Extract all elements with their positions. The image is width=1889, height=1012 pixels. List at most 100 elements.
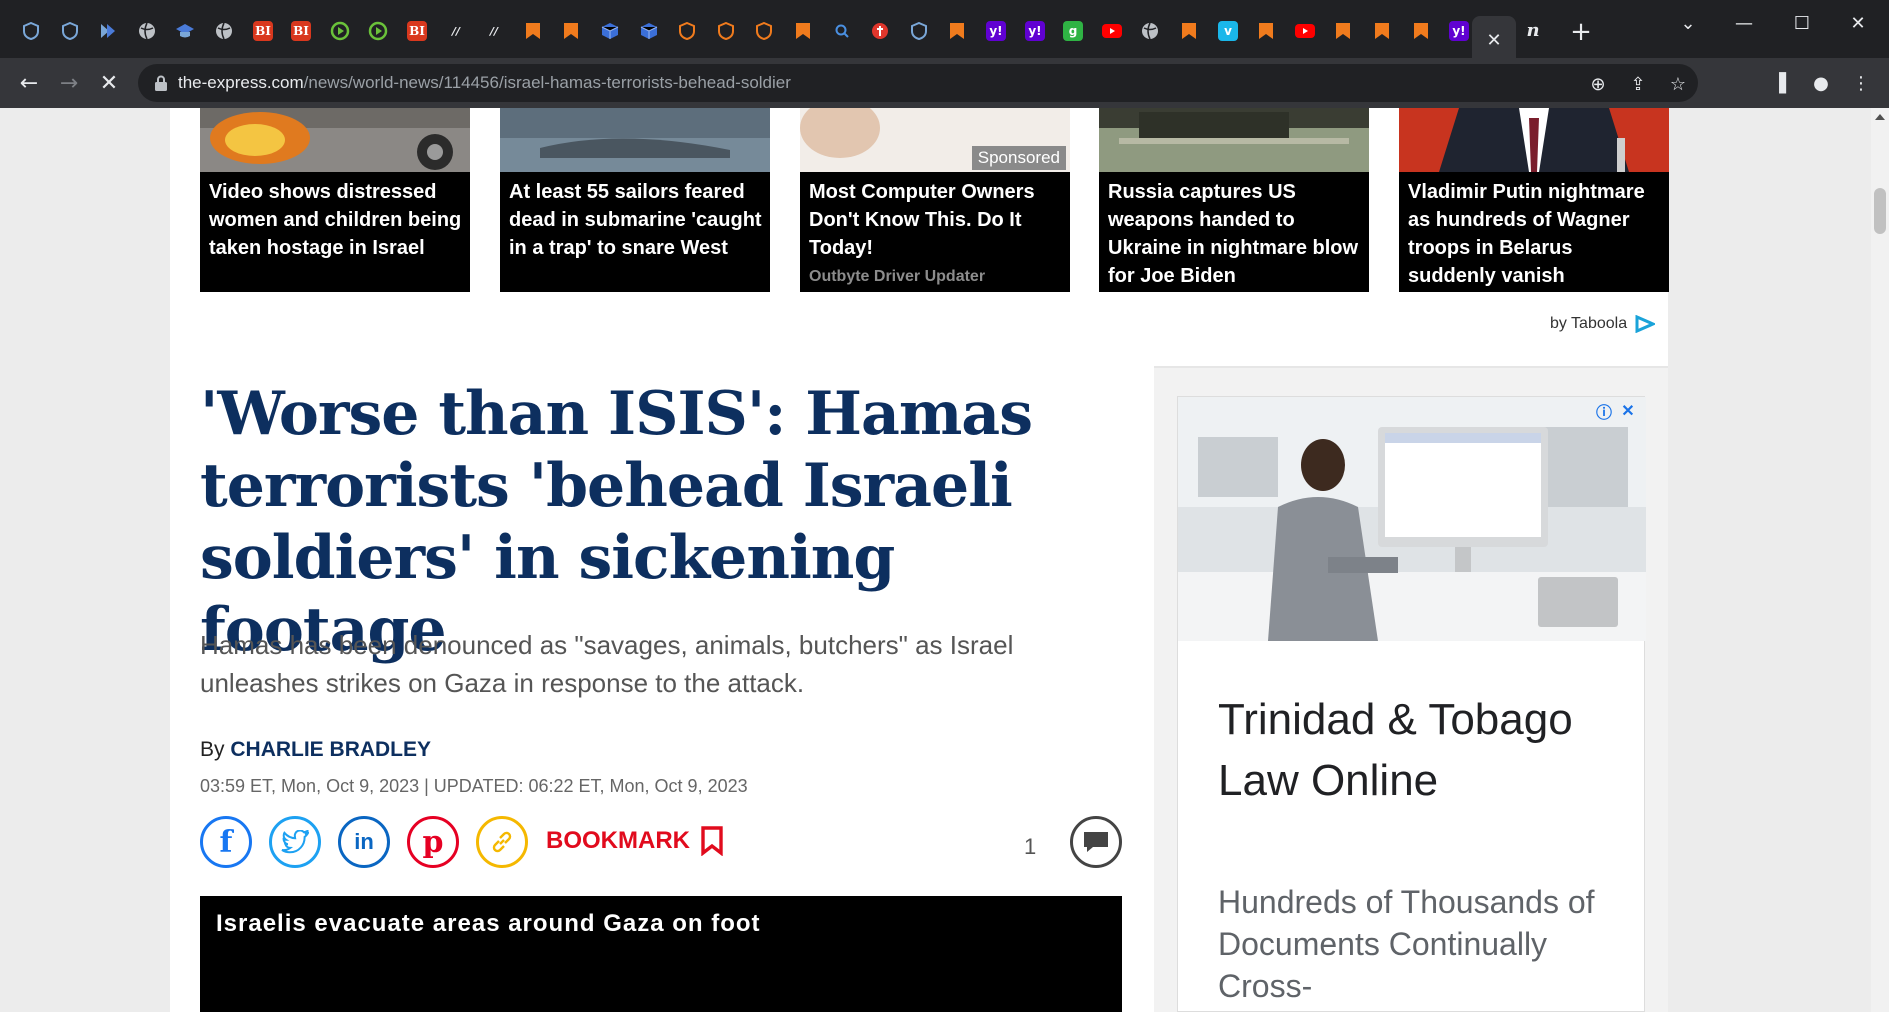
tab-35[interactable]	[1328, 16, 1358, 46]
g-icon: g	[1063, 21, 1083, 41]
tab-25[interactable]	[942, 16, 972, 46]
tab-31[interactable]	[1174, 16, 1204, 46]
bookmark-icon	[1256, 21, 1276, 41]
zoom-icon[interactable]: ⊕	[1586, 72, 1610, 96]
tab-15[interactable]	[556, 16, 586, 46]
scroll-up-arrow[interactable]	[1875, 114, 1885, 120]
ad-info-icon[interactable]: ⓘ	[1594, 401, 1614, 422]
tab-33[interactable]	[1251, 16, 1281, 46]
recommended-card-1[interactable]: Video shows distressed women and childre…	[200, 108, 470, 292]
tab-8[interactable]: BI	[286, 16, 316, 46]
tab-search-icon[interactable]: ⌄	[1668, 8, 1708, 38]
comments-button[interactable]	[1070, 816, 1122, 868]
burning-car-image	[200, 108, 470, 172]
sponsored-label: Sponsored	[971, 146, 1066, 170]
recommended-card-5[interactable]: Vladimir Putin nightmare as hundreds of …	[1399, 108, 1669, 292]
copy-link-button[interactable]	[476, 816, 528, 868]
close-window-button[interactable]: ✕	[1838, 8, 1878, 38]
scroll-thumb[interactable]	[1874, 188, 1886, 234]
tab-22[interactable]	[827, 16, 857, 46]
maximize-button[interactable]: ☐	[1782, 8, 1822, 38]
tab-12[interactable]: //	[441, 16, 471, 46]
tab-last[interactable]: n	[1518, 16, 1548, 46]
recommended-title[interactable]: Vladimir Putin nightmare as hundreds of …	[1408, 178, 1663, 290]
tab-17[interactable]	[634, 16, 664, 46]
tab-30[interactable]	[1135, 16, 1165, 46]
author-link[interactable]: CHARLIE BRADLEY	[230, 738, 431, 761]
taboola-attribution[interactable]: by Taboola	[1550, 315, 1656, 333]
tab-5[interactable]	[170, 16, 200, 46]
url-text[interactable]: the-express.com/news/world-news/114456/i…	[178, 73, 791, 93]
tab-11[interactable]: BI	[402, 16, 432, 46]
tab-19[interactable]	[711, 16, 741, 46]
tab-1[interactable]	[16, 16, 46, 46]
new-tab-button[interactable]: +	[1566, 14, 1596, 50]
tab-16[interactable]	[595, 16, 625, 46]
recommended-title[interactable]: Most Computer Owners Don't Know This. Do…	[809, 178, 1064, 262]
minimize-button[interactable]: —	[1724, 8, 1764, 38]
back-button[interactable]: ←	[14, 68, 44, 98]
article-headline: 'Worse than ISIS': Hamas terrorists 'beh…	[200, 379, 1033, 665]
tab-14[interactable]	[518, 16, 548, 46]
profile-icon[interactable]: ●	[1808, 70, 1834, 96]
tab-26[interactable]: y!	[981, 16, 1011, 46]
recommended-title[interactable]: Russia captures US weapons handed to Ukr…	[1108, 178, 1363, 290]
page-scrollbar[interactable]	[1871, 108, 1889, 1012]
sponsor-brand[interactable]: Outbyte Driver Updater	[809, 268, 985, 286]
share-icon[interactable]: ⇪	[1626, 72, 1650, 96]
bookmark-icon	[1333, 21, 1353, 41]
tab-27[interactable]: y!	[1020, 16, 1050, 46]
tab-20[interactable]	[749, 16, 779, 46]
tab-29[interactable]	[1097, 16, 1127, 46]
tab-2[interactable]	[55, 16, 85, 46]
tab-37[interactable]	[1406, 16, 1436, 46]
tab-4[interactable]	[132, 16, 162, 46]
sidebar-ad[interactable]: ⓘ ✕ Trinidad & Tobago Law Online Hundred…	[1177, 396, 1646, 1012]
tab-21[interactable]	[788, 16, 818, 46]
tab-18[interactable]	[672, 16, 702, 46]
tab-13[interactable]: //	[479, 16, 509, 46]
side-panel-icon[interactable]: ▐	[1766, 70, 1792, 96]
twitter-share-button[interactable]	[269, 816, 321, 868]
globe-icon	[214, 21, 234, 41]
tab-3[interactable]	[93, 16, 123, 46]
pinterest-share-button[interactable]: p	[407, 816, 459, 868]
article-standfirst: Hamas has been denounced as "savages, an…	[200, 630, 1014, 698]
ad-headline[interactable]: Trinidad & Tobago Law Online	[1218, 689, 1618, 811]
tab-9[interactable]	[325, 16, 355, 46]
comment-count[interactable]: 1	[1024, 834, 1036, 860]
recommended-card-2[interactable]: At least 55 sailors feared dead in subma…	[500, 108, 770, 292]
tab-7[interactable]: BI	[248, 16, 278, 46]
tab-32[interactable]: v	[1213, 16, 1243, 46]
menu-icon[interactable]: ⋮	[1848, 70, 1874, 96]
close-tab-icon[interactable]: ✕	[1486, 30, 1501, 51]
ad-close-icon[interactable]: ✕	[1618, 401, 1638, 421]
recommended-title[interactable]: Video shows distressed women and childre…	[209, 178, 464, 262]
address-bar[interactable]: the-express.com/news/world-news/114456/i…	[138, 64, 1698, 102]
tab-6[interactable]	[209, 16, 239, 46]
active-tab[interactable]: ✕	[1472, 16, 1516, 64]
ad-body: Hundreds of Thousands of Documents Conti…	[1218, 884, 1595, 1004]
tab-28[interactable]: g	[1058, 16, 1088, 46]
youtube-icon	[1102, 21, 1122, 41]
recommended-card-3[interactable]: Sponsored Most Computer Owners Don't Kno…	[800, 108, 1070, 292]
tab-24[interactable]	[904, 16, 934, 46]
page-viewport: Video shows distressed women and childre…	[0, 108, 1889, 1012]
tab-38[interactable]: y!	[1444, 16, 1474, 46]
tab-strip: BI BI BI // // y! y! g v y! ✕ n + ⌄ — ☐ ✕	[0, 0, 1889, 64]
bookmark-button[interactable]: BOOKMARK	[546, 826, 724, 856]
linkedin-share-button[interactable]: in	[338, 816, 390, 868]
shield-icon	[909, 21, 929, 41]
tab-23[interactable]	[865, 16, 895, 46]
stop-button[interactable]: ✕	[94, 68, 124, 98]
recommended-title[interactable]: At least 55 sailors feared dead in subma…	[509, 178, 764, 262]
tab-10[interactable]	[363, 16, 393, 46]
video-player[interactable]: Israelis evacuate areas around Gaza on f…	[200, 896, 1122, 1012]
recommended-card-4[interactable]: Russia captures US weapons handed to Ukr…	[1099, 108, 1369, 292]
forward-button[interactable]: →	[54, 68, 84, 98]
tab-34[interactable]	[1290, 16, 1320, 46]
tab-36[interactable]	[1367, 16, 1397, 46]
facebook-share-button[interactable]: f	[200, 816, 252, 868]
pin-icon	[870, 21, 890, 41]
star-icon[interactable]: ☆	[1666, 72, 1690, 96]
